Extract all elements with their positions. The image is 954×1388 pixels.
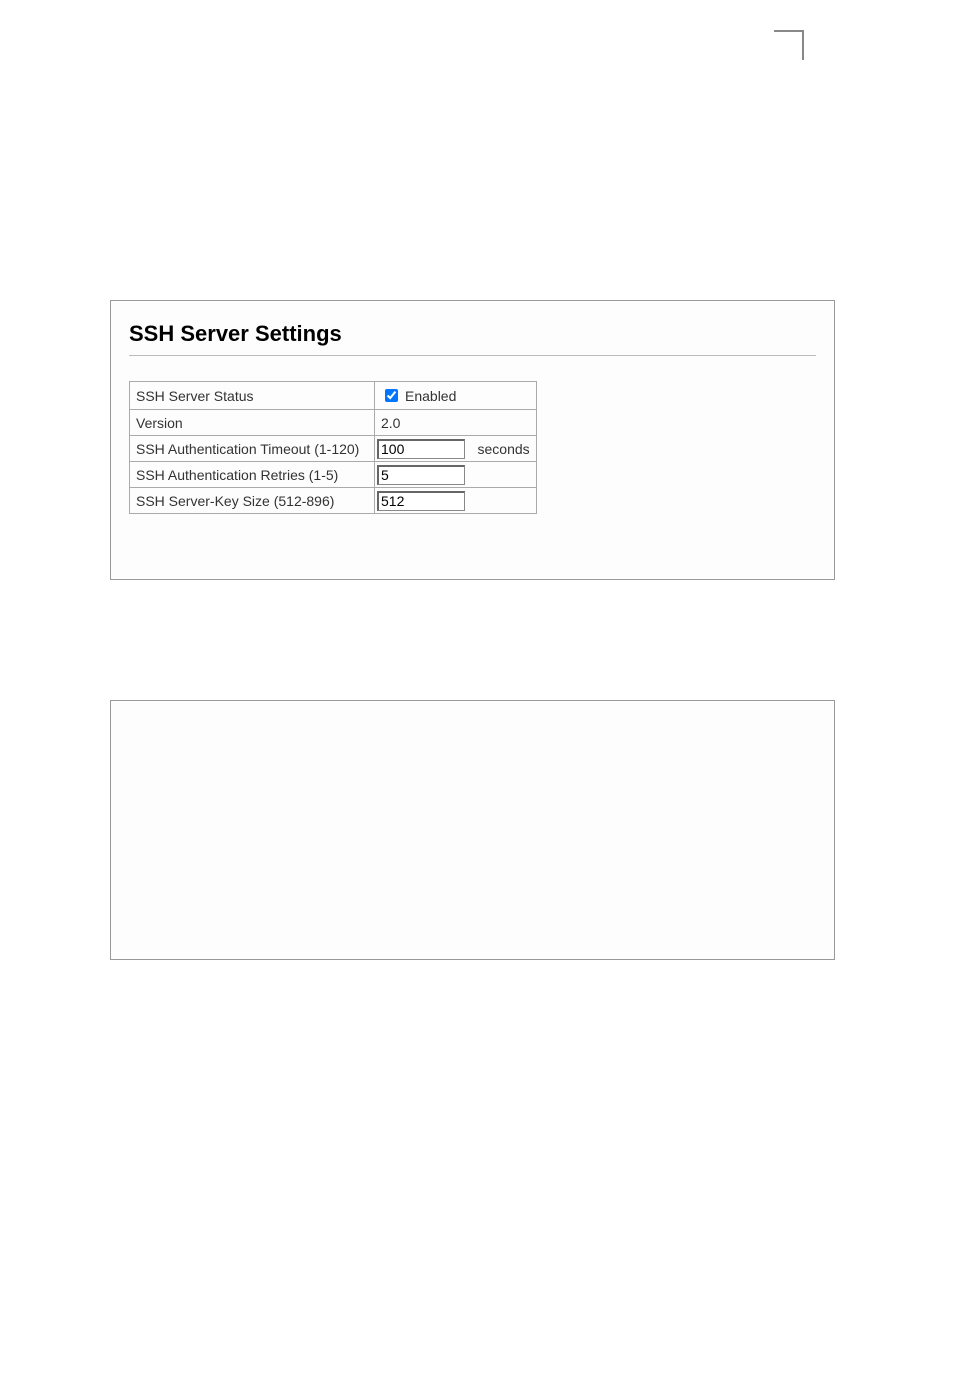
input-retries[interactable] <box>377 465 465 485</box>
value-keysize-cell <box>375 488 537 514</box>
unit-timeout: seconds <box>472 436 537 462</box>
label-version: Version <box>130 410 375 436</box>
row-version: Version 2.0 <box>130 410 537 436</box>
input-keysize[interactable] <box>377 491 465 511</box>
settings-table: SSH Server Status Enabled Version 2.0 SS… <box>129 381 537 514</box>
checkbox-enabled[interactable] <box>385 389 398 402</box>
label-retries: SSH Authentication Retries (1-5) <box>130 462 375 488</box>
checkbox-enabled-label: Enabled <box>405 388 456 404</box>
input-timeout[interactable] <box>377 439 465 459</box>
row-timeout: SSH Authentication Timeout (1-120) secon… <box>130 436 537 462</box>
value-timeout-cell <box>375 436 472 462</box>
label-keysize: SSH Server-Key Size (512-896) <box>130 488 375 514</box>
row-keysize: SSH Server-Key Size (512-896) <box>130 488 537 514</box>
row-retries: SSH Authentication Retries (1-5) <box>130 462 537 488</box>
divider <box>129 355 816 356</box>
label-timeout: SSH Authentication Timeout (1-120) <box>130 436 375 462</box>
empty-panel <box>110 700 835 960</box>
crop-mark-top-right <box>774 30 804 60</box>
page-title: SSH Server Settings <box>129 321 816 347</box>
row-status: SSH Server Status Enabled <box>130 382 537 410</box>
label-status: SSH Server Status <box>130 382 375 410</box>
value-status-cell: Enabled <box>375 382 537 410</box>
value-retries-cell <box>375 462 537 488</box>
value-version: 2.0 <box>375 410 537 436</box>
ssh-settings-panel: SSH Server Settings SSH Server Status En… <box>110 300 835 580</box>
